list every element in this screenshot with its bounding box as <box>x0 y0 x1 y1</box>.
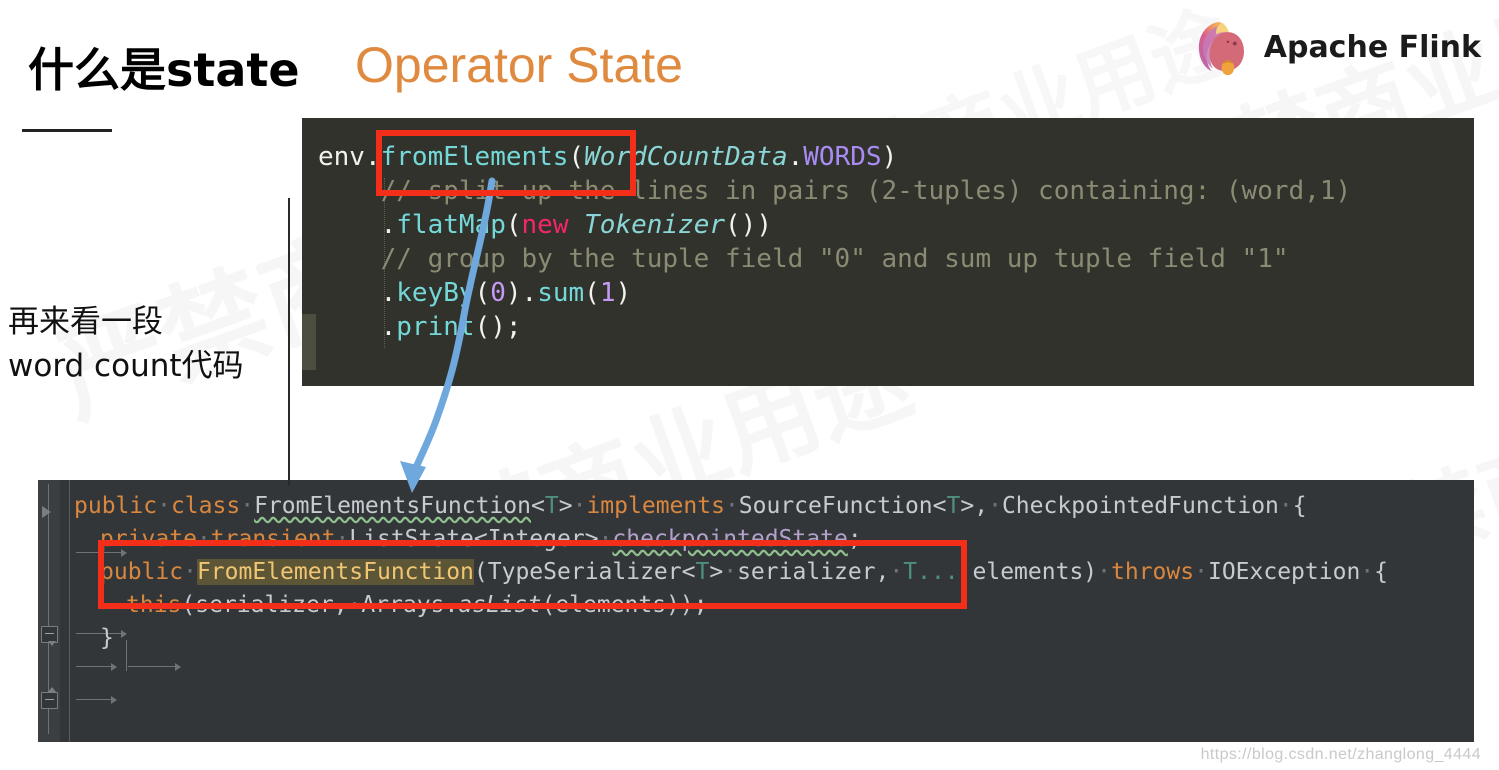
code-token: ( <box>584 278 600 308</box>
code-token: ) <box>615 278 632 308</box>
code-token: · <box>572 493 587 519</box>
code-token: ()) <box>725 210 772 240</box>
code-token: SourceFunction <box>738 493 933 519</box>
annotation-arrow <box>400 177 496 493</box>
brand-name: Apache Flink <box>1263 29 1481 65</box>
highlight-box-checkpointedstate <box>98 540 967 609</box>
page-title: 什么是state <box>28 43 300 97</box>
code-token: · <box>240 493 255 519</box>
fold-marker-collapse-icon[interactable] <box>41 626 58 646</box>
code-token: CheckpointedFunction <box>1001 493 1279 519</box>
brand-logo: Apache Flink <box>1192 16 1481 78</box>
indent-arrow <box>76 663 117 671</box>
code-token: >, <box>960 493 989 519</box>
code-token: throws <box>1111 559 1195 585</box>
code-token: ) <box>881 142 898 172</box>
side-note-line-1: 再来看一段 <box>8 304 163 340</box>
code-line: public·class·FromElementsFunction<T>·imp… <box>74 490 1388 523</box>
code-token: { <box>1292 493 1307 519</box>
code-token: public <box>74 493 158 519</box>
title-underline <box>22 129 112 132</box>
indent-arrow <box>76 696 117 704</box>
vertical-divider <box>288 198 290 486</box>
side-note-line-2: word count代码 <box>8 348 244 385</box>
slide-canvas: 严禁商业用途 严禁商业用途 严禁商业用途 严禁商业用途 严禁商业用途 什么是st… <box>0 0 1499 770</box>
code-token: < <box>932 493 947 519</box>
code-token: IOException <box>1207 559 1361 585</box>
code-token: env <box>318 142 365 172</box>
code-token: implements <box>586 493 725 519</box>
source-watermark: https://blog.csdn.net/zhanglong_4444 <box>1200 746 1481 763</box>
code-token: · <box>1097 559 1112 585</box>
indent-arrow <box>128 663 181 671</box>
code-token: T <box>946 493 961 519</box>
run-marker-icon[interactable] <box>42 506 51 518</box>
code-token: } <box>100 625 114 651</box>
code-token: 1 <box>599 278 616 308</box>
code-token: . <box>787 142 804 172</box>
fold-marker-expand-icon[interactable] <box>41 687 58 709</box>
flink-squirrel-icon <box>1198 21 1244 76</box>
code-block-fromelementsfunction: public·class·FromElementsFunction<T>·imp… <box>38 480 1474 742</box>
code-token: elements <box>972 559 1084 585</box>
page-subtitle: Operator State <box>355 37 683 93</box>
code-token: > <box>558 493 573 519</box>
code-token: class <box>170 493 241 519</box>
code-scrollbar-thumb[interactable] <box>302 314 316 370</box>
side-note: 再来看一段 word count代码 <box>8 300 244 388</box>
code-token: · <box>157 493 171 519</box>
gutter-separator <box>69 480 70 742</box>
code-token: · <box>1360 559 1375 585</box>
code-token: Tokenizer <box>584 210 726 240</box>
code-token: { <box>1374 559 1389 585</box>
code-token: · <box>724 493 739 519</box>
code-token: · <box>1278 493 1293 519</box>
code-token: ) <box>1083 559 1098 585</box>
code-token: · <box>988 493 1002 519</box>
code-token: WORDS <box>803 142 882 172</box>
code-token: · <box>1194 559 1208 585</box>
code-line: } <box>74 622 1388 655</box>
highlight-box-fromelements <box>376 130 636 196</box>
